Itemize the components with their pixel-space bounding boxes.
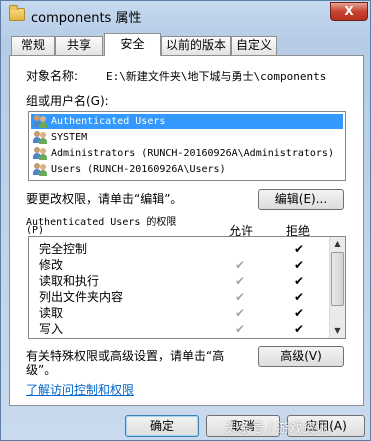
deny-check-icon: ✔ [294,258,305,272]
permission-row: 列出文件夹内容 ✔ ✔ [29,289,329,305]
permissions-scrollbar[interactable]: ▲ ▼ [329,237,345,338]
watermark: 头条号 / 游戏资讯 [225,421,329,436]
tab-bar: 常规 共享 安全 以前的版本 自定义 [9,33,364,56]
allow-check-icon: ✔ [235,274,246,288]
permission-name: 完全控制 [39,242,88,256]
advanced-button[interactable]: 高级(V) [258,346,344,367]
permission-row: 读取和执行 ✔ ✔ [29,273,329,289]
deny-check-icon: ✔ [294,242,305,256]
object-name-label: 对象名称: [26,69,79,83]
permission-name: 修改 [39,258,64,272]
scroll-up-icon[interactable]: ▲ [330,237,345,251]
permission-row: 写入 ✔ ✔ [29,321,329,337]
user-group-icon [33,131,47,144]
permissions-title-accesskey: (P) [26,225,45,236]
properties-window: components 属性 X 常规 共享 安全 以前的版本 自定义 对象名称:… [0,0,371,441]
close-button[interactable]: X [330,2,368,21]
list-item-label: SYSTEM [51,132,88,143]
groups-label: 组或用户名(G): [26,94,109,108]
tab-previous-versions[interactable]: 以前的版本 [161,36,231,55]
permission-name: 读取 [39,306,64,320]
edit-button[interactable]: 编辑(E)... [258,189,344,210]
list-item[interactable]: Administrators (RUNCH-20160926A\Administ… [31,146,343,161]
title-bar[interactable]: components 属性 X [1,1,370,31]
user-group-icon [33,115,47,128]
permission-name: 写入 [39,322,64,336]
permission-name: 列出文件夹内容 [39,290,124,304]
window-title: components 属性 [31,11,142,26]
deny-check-icon: ✔ [294,290,305,304]
tab-sharing[interactable]: 共享 [55,36,103,55]
allow-check-icon: ✔ [235,290,246,304]
list-item[interactable]: SYSTEM [31,130,343,145]
tab-customize[interactable]: 自定义 [231,36,277,55]
user-group-icon [33,147,47,160]
learn-access-control-link[interactable]: 了解访问控制和权限 [26,381,134,398]
folder-icon [9,5,25,21]
allow-check-icon: ✔ [235,322,246,336]
scroll-thumb[interactable] [331,252,344,306]
list-item[interactable]: Authenticated Users [31,114,343,129]
permission-name: 读取和执行 [39,274,100,288]
list-item-label: Users (RUNCH-20160926A\Users) [51,164,226,175]
permission-row: 修改 ✔ ✔ [29,257,329,273]
permission-row: 读取 ✔ ✔ [29,305,329,321]
tab-security[interactable]: 安全 [104,33,161,56]
advanced-hint-line2: 级”。 [26,363,57,377]
list-item[interactable]: Users (RUNCH-20160926A\Users) [31,162,343,177]
list-item-label: Administrators (RUNCH-20160926A\Administ… [51,148,334,159]
deny-check-icon: ✔ [294,322,305,336]
ok-button[interactable]: 确定 [125,415,199,437]
groups-listbox[interactable]: Authenticated Users SYSTEM Administrator… [28,111,346,181]
tab-general[interactable]: 常规 [11,36,55,55]
object-name-value: E:\新建文件夹\地下城与勇士\components [106,70,327,83]
allow-check-icon: ✔ [235,306,246,320]
allow-check-icon: ✔ [235,258,246,272]
permission-row: 完全控制 ✔ [29,241,329,257]
user-group-icon [33,163,47,176]
permissions-title: Authenticated Users 的权限 [26,217,177,228]
scroll-down-icon[interactable]: ▼ [330,324,345,338]
deny-check-icon: ✔ [294,274,305,288]
deny-check-icon: ✔ [294,306,305,320]
list-item-label: Authenticated Users [51,116,166,127]
permissions-list: 完全控制 ✔ 修改 ✔ ✔ 读取和执行 ✔ ✔ 列出文件夹内容 ✔ ✔ 读取 ✔… [28,236,346,339]
security-panel: 对象名称: E:\新建文件夹\地下城与勇士\components 组或用户名(G… [9,55,364,406]
edit-hint: 要更改权限，请单击“编辑”。 [26,192,183,206]
